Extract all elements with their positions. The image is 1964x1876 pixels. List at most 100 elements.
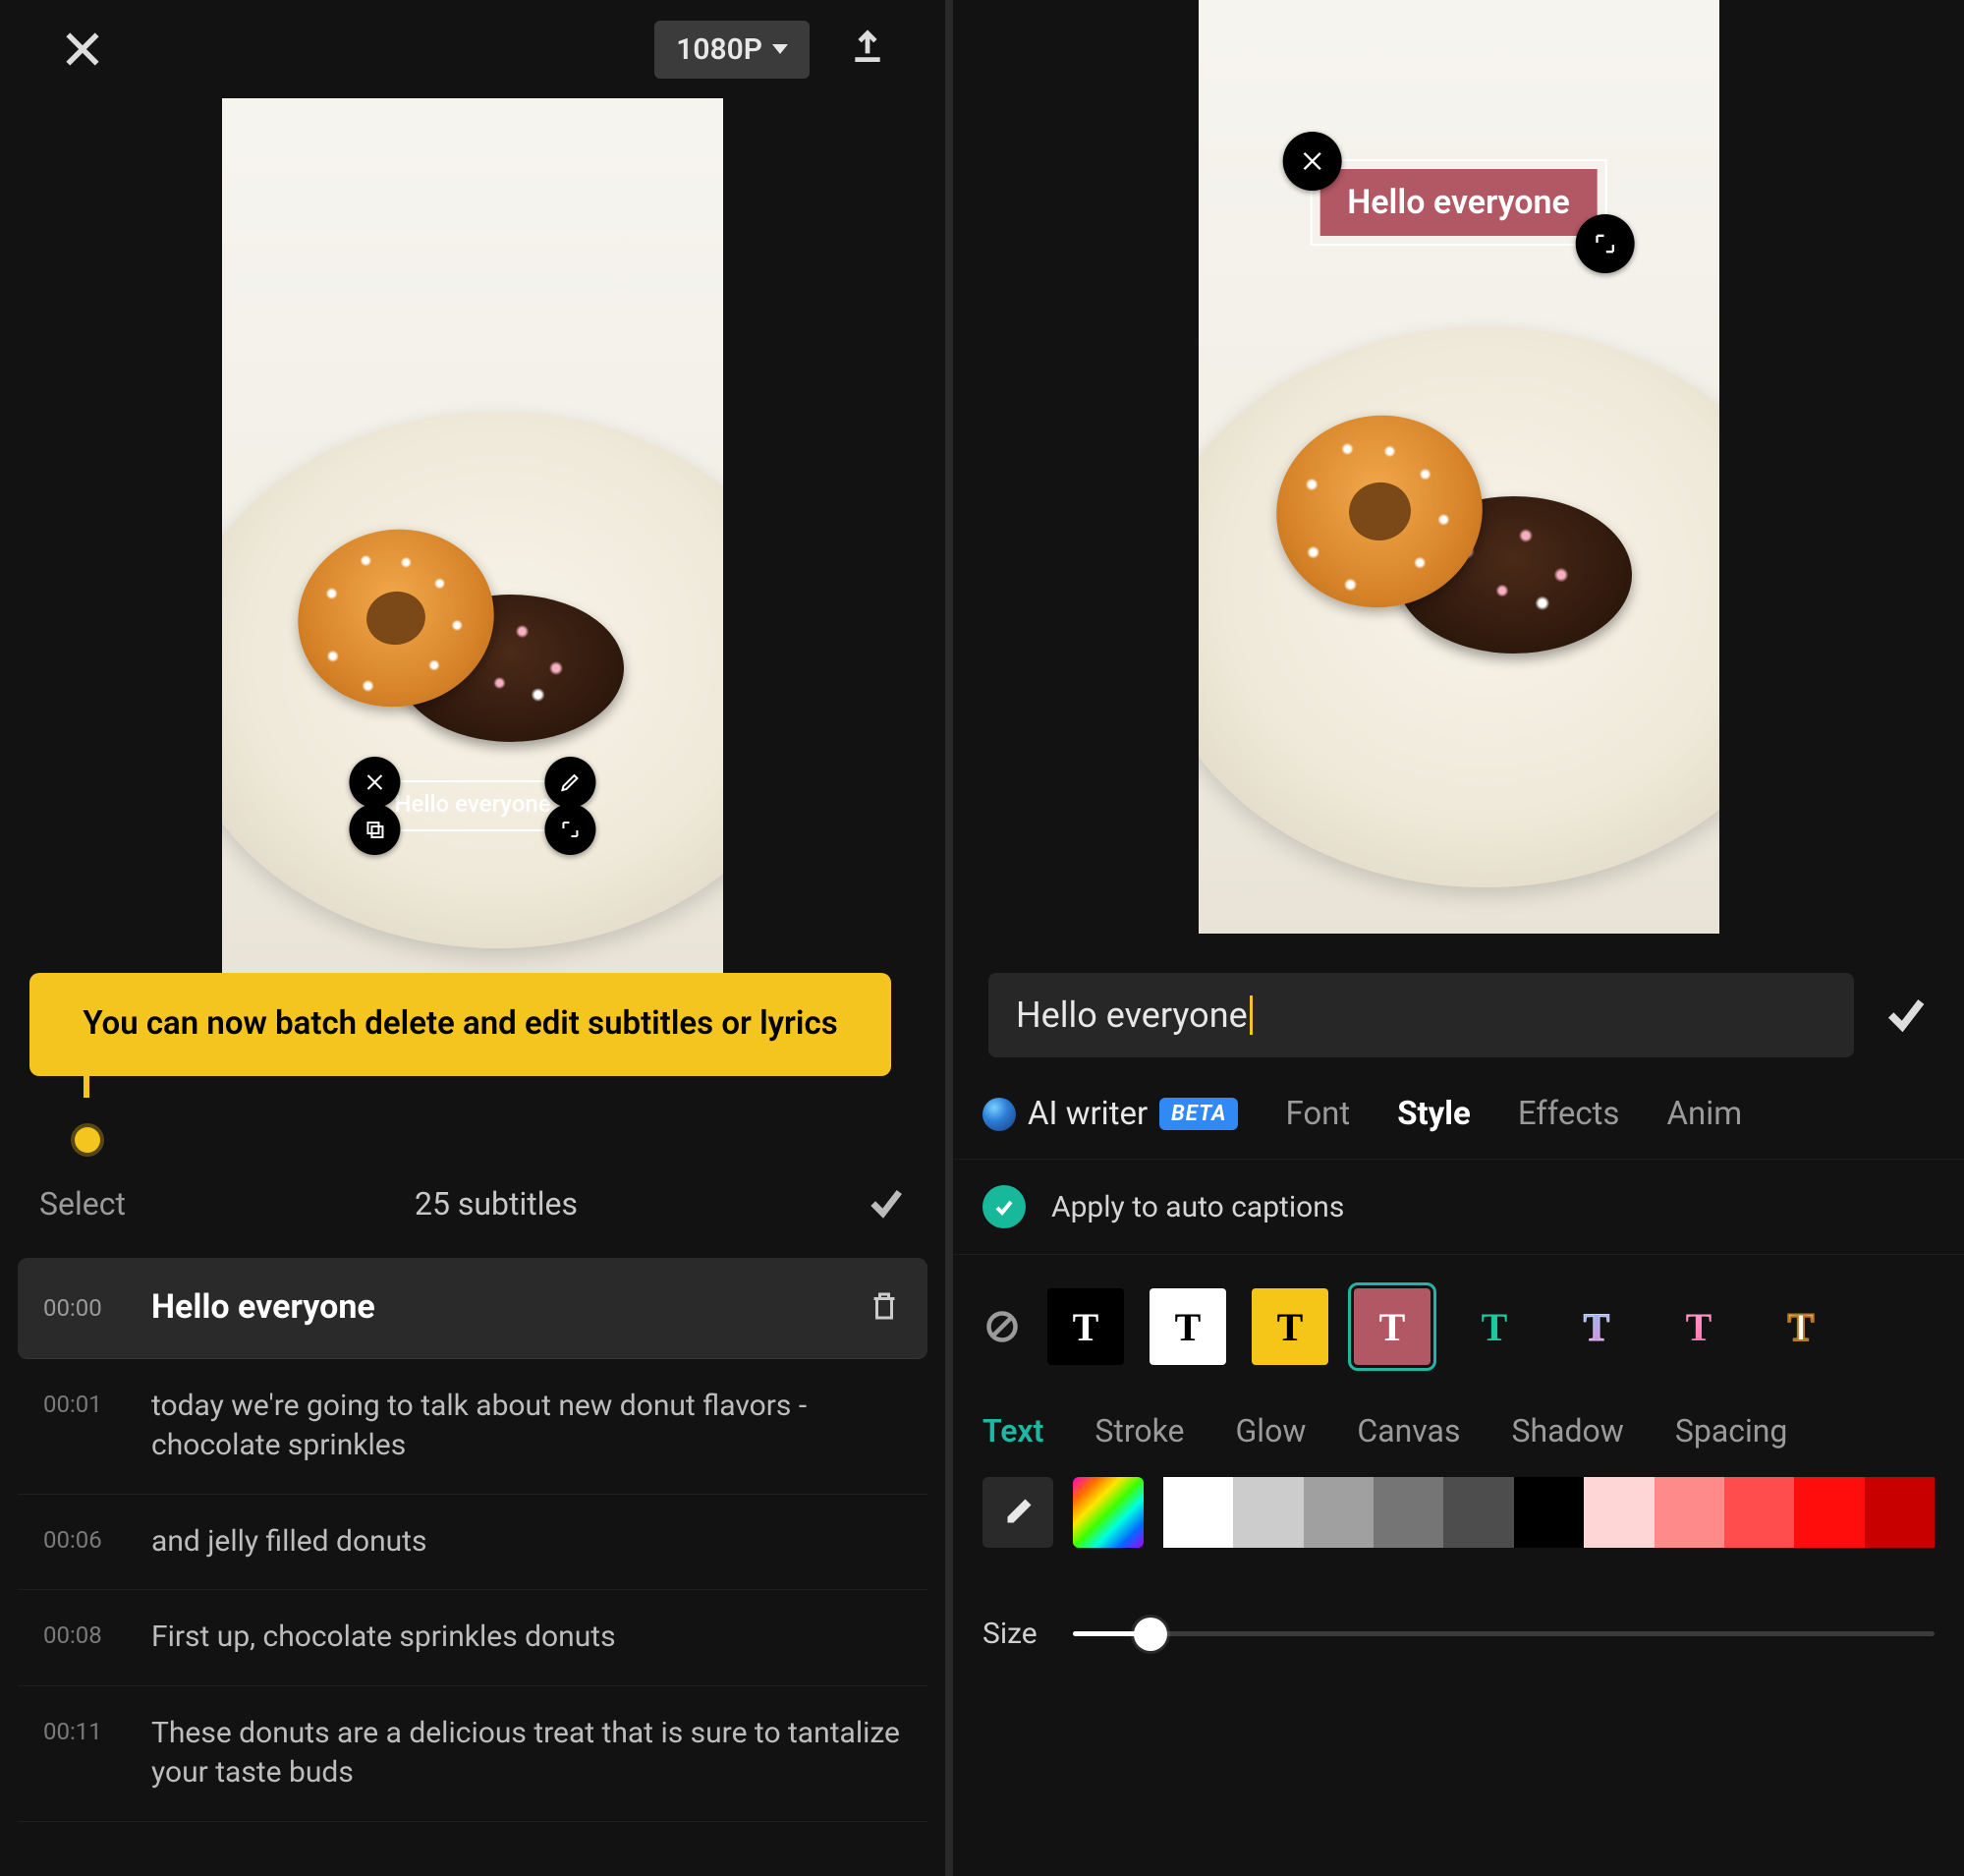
subtitle-delete-button[interactable] xyxy=(867,1288,902,1328)
style-preset-3[interactable]: T xyxy=(1354,1288,1431,1365)
ai-writer-label: AI writer xyxy=(1028,1095,1148,1133)
subtitle-count: 25 subtitles xyxy=(415,1185,578,1222)
style-preset-1[interactable]: T xyxy=(1150,1288,1226,1365)
editor-tabs: AI writer BETA Font Style Effects Anim xyxy=(953,1079,1964,1159)
slider-track xyxy=(1073,1631,1935,1636)
subtitle-text: Hello everyone xyxy=(151,1285,837,1331)
style-preset-2[interactable]: T xyxy=(1252,1288,1328,1365)
video-preview-left[interactable]: Hello everyone xyxy=(222,98,723,993)
subtitle-time: 00:08 xyxy=(43,1618,122,1649)
subtitle-list-header: Select 25 subtitles xyxy=(0,1165,945,1243)
color-swatch-9[interactable] xyxy=(1794,1477,1864,1548)
close-icon xyxy=(1298,147,1325,175)
color-swatch-3[interactable] xyxy=(1374,1477,1443,1548)
color-swatch-7[interactable] xyxy=(1655,1477,1724,1548)
color-swatches xyxy=(1163,1477,1935,1548)
style-preset-7[interactable]: T xyxy=(1763,1288,1839,1365)
subtab-glow[interactable]: Glow xyxy=(1236,1412,1307,1450)
left-preview-wrap: Hello everyone xyxy=(0,98,945,993)
upload-icon xyxy=(849,28,886,66)
style-preset-0[interactable]: T xyxy=(1047,1288,1124,1365)
apply-to-captions-row: Apply to auto captions xyxy=(953,1159,1964,1255)
color-swatch-8[interactable] xyxy=(1724,1477,1794,1548)
subtitle-row[interactable]: 00:08 First up, chocolate sprinkles donut… xyxy=(18,1590,927,1686)
subtab-spacing[interactable]: Spacing xyxy=(1675,1412,1788,1450)
size-slider[interactable] xyxy=(1073,1618,1935,1651)
tab-effects[interactable]: Effects xyxy=(1518,1095,1620,1133)
subtab-shadow[interactable]: Shadow xyxy=(1511,1412,1623,1450)
caption-copy-handle[interactable] xyxy=(349,804,400,855)
subtitle-list[interactable]: 00:00Hello everyone 00:01 today we're goin… xyxy=(18,1258,927,1876)
apply-toggle[interactable] xyxy=(982,1185,1026,1228)
caption-overlay-right[interactable]: Hello everyone xyxy=(1310,159,1607,246)
preview-background xyxy=(1199,0,1719,934)
color-swatch-6[interactable] xyxy=(1584,1477,1654,1548)
eyedropper-icon xyxy=(1000,1495,1036,1530)
color-swatch-5[interactable] xyxy=(1514,1477,1584,1548)
export-button[interactable] xyxy=(849,28,886,70)
subtitle-row[interactable]: 00:01 today we're going to talk about new… xyxy=(18,1359,927,1495)
subtitle-row[interactable]: 00:06and jelly filled donuts xyxy=(18,1495,927,1591)
subtitle-time: 00:06 xyxy=(43,1522,122,1554)
caption-resize-handle[interactable] xyxy=(545,804,596,855)
style-preset-5[interactable]: T xyxy=(1558,1288,1635,1365)
ai-writer-button[interactable]: AI writer BETA xyxy=(982,1095,1238,1133)
subtab-text[interactable]: Text xyxy=(982,1412,1043,1450)
caption-resize-handle[interactable] xyxy=(1576,214,1635,273)
pencil-icon xyxy=(559,770,583,794)
style-editor-pane: Hello everyone Hello everyone AI writer … xyxy=(953,0,1964,1876)
caption-delete-handle[interactable] xyxy=(349,757,400,808)
video-preview-right[interactable]: Hello everyone xyxy=(1199,0,1719,934)
color-swatch-0[interactable] xyxy=(1163,1477,1233,1548)
style-preset-6[interactable]: T xyxy=(1660,1288,1737,1365)
caption-edit-handle[interactable] xyxy=(545,757,596,808)
subtitle-text: These donuts are a delicious treat that … xyxy=(151,1714,902,1793)
text-cursor xyxy=(1250,995,1253,1035)
subtab-stroke[interactable]: Stroke xyxy=(1094,1412,1184,1450)
subtitle-editor-pane: 1080P Hello everyone xyxy=(0,0,953,1876)
caption-text-input[interactable]: Hello everyone xyxy=(988,973,1854,1057)
select-button[interactable]: Select xyxy=(39,1185,126,1222)
caption-overlay-text: Hello everyone xyxy=(394,790,550,818)
color-swatch-10[interactable] xyxy=(1865,1477,1935,1548)
resize-icon xyxy=(559,818,583,841)
preset-none[interactable] xyxy=(982,1307,1022,1346)
caption-delete-handle[interactable] xyxy=(1282,132,1341,191)
slider-thumb[interactable] xyxy=(1134,1618,1167,1651)
tooltip-text: You can now batch delete and edit subtit… xyxy=(83,1004,837,1043)
check-icon xyxy=(992,1195,1016,1219)
tab-anim[interactable]: Anim xyxy=(1666,1095,1742,1133)
right-preview-wrap: Hello everyone xyxy=(953,0,1964,934)
subtitle-text: today we're going to talk about new donu… xyxy=(151,1387,902,1466)
tab-style[interactable]: Style xyxy=(1397,1095,1471,1133)
color-swatch-2[interactable] xyxy=(1304,1477,1374,1548)
caption-overlay-left[interactable]: Hello everyone xyxy=(372,780,572,831)
subtitle-text: First up, chocolate sprinkles donuts xyxy=(151,1618,902,1658)
color-swatch-4[interactable] xyxy=(1443,1477,1513,1548)
orange-donut-shape xyxy=(1262,399,1498,624)
caption-overlay-text: Hello everyone xyxy=(1347,183,1570,222)
color-swatch-1[interactable] xyxy=(1233,1477,1303,1548)
check-icon xyxy=(1883,991,1929,1036)
confirm-text-button[interactable] xyxy=(1883,991,1929,1040)
none-icon xyxy=(984,1309,1020,1344)
resolution-dropdown[interactable]: 1080P xyxy=(654,21,810,79)
style-preset-4[interactable]: T xyxy=(1456,1288,1533,1365)
left-top-bar: 1080P xyxy=(0,0,945,98)
top-right-controls: 1080P xyxy=(654,21,886,79)
subtitle-time: 00:01 xyxy=(43,1387,122,1418)
eyedropper-button[interactable] xyxy=(982,1477,1053,1548)
ai-orb-icon xyxy=(982,1098,1016,1131)
orange-donut-shape xyxy=(283,514,507,722)
subtitle-row[interactable]: 00:00Hello everyone xyxy=(18,1258,927,1359)
subtitle-time: 00:11 xyxy=(43,1714,122,1745)
subtitle-row[interactable]: 00:11 These donuts are a delicious treat … xyxy=(18,1686,927,1822)
subtab-canvas[interactable]: Canvas xyxy=(1357,1412,1460,1450)
resolution-label: 1080P xyxy=(676,32,762,67)
confirm-subtitles-button[interactable] xyxy=(867,1182,906,1225)
copy-icon xyxy=(363,818,386,841)
batch-edit-tooltip: You can now batch delete and edit subtit… xyxy=(29,973,891,1076)
color-spectrum-button[interactable] xyxy=(1073,1477,1144,1548)
tab-font[interactable]: Font xyxy=(1285,1095,1350,1133)
close-button[interactable] xyxy=(59,26,106,73)
